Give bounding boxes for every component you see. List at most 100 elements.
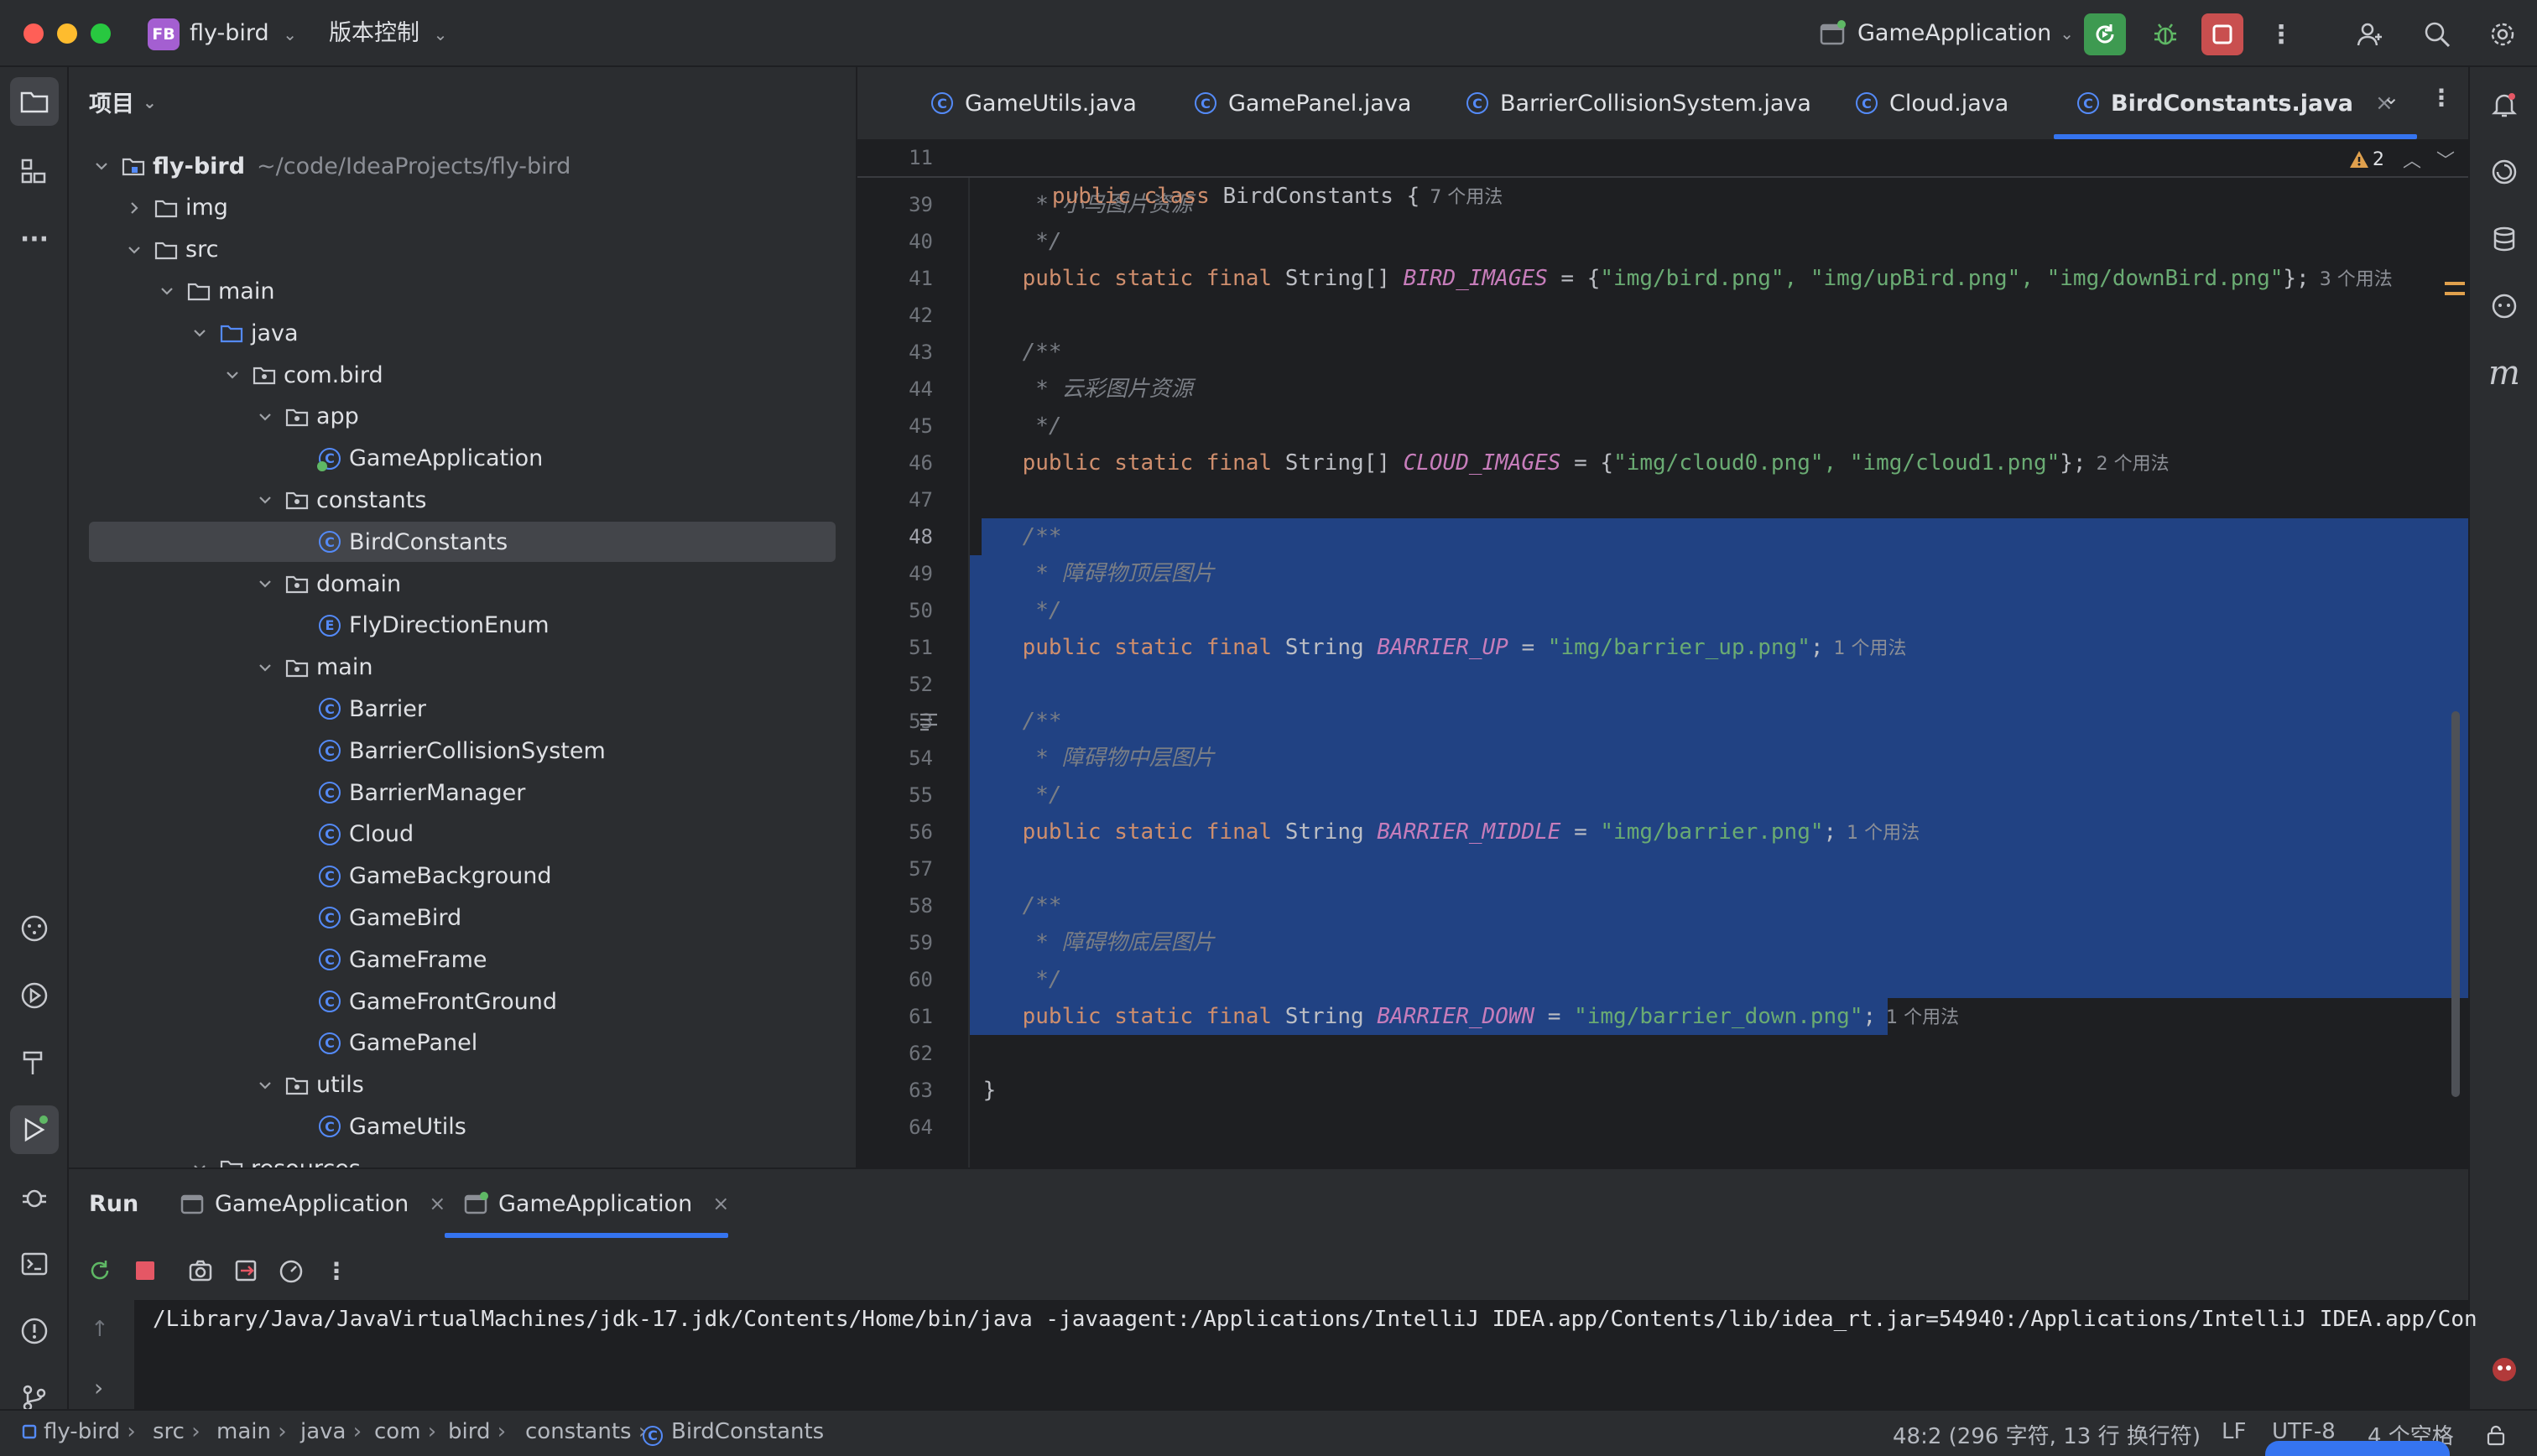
breadcrumb-item[interactable]: java › [300, 1419, 362, 1444]
code-line[interactable]: } [970, 1072, 2468, 1109]
lock-icon[interactable] [2485, 1424, 2507, 1452]
more-vertical-icon[interactable]: ⋮ [2430, 84, 2453, 112]
line-number-gutter[interactable]: 39 40 41 42 43 44 45 46 47 48 49 50 51 52 53 54 55 56 57 58… [857, 141, 970, 1167]
maven-button[interactable]: m [2480, 349, 2529, 398]
breadcrumb-item[interactable]: com › [374, 1419, 436, 1444]
tree-item[interactable]: com.bird [69, 355, 856, 395]
code-line[interactable] [970, 481, 2468, 518]
tree-item[interactable]: C GamePanel [69, 1023, 856, 1063]
chevron-down-icon[interactable] [189, 1157, 211, 1167]
editor-tab-active[interactable]: C BirdConstants.java × [2054, 67, 2417, 139]
code-line[interactable]: */ [970, 777, 2468, 814]
editor-tab[interactable]: C GameUtils.java [931, 67, 1137, 139]
inspection-widget[interactable]: 2 ︿ ﹀ [2349, 146, 2455, 173]
zoom-window-button[interactable] [91, 23, 111, 44]
more-actions-button[interactable]: ⋮ [2260, 13, 2302, 55]
chevron-down-icon[interactable] [254, 406, 276, 428]
code-line[interactable]: /** [970, 334, 2468, 371]
tree-item[interactable]: C Barrier [69, 689, 856, 729]
warning-stripe-marker[interactable] [2445, 282, 2465, 285]
structure-tool-button[interactable] [10, 148, 59, 196]
scroll-up-arrow-icon[interactable]: ↑ [91, 1317, 109, 1342]
chevron-up-icon[interactable]: ︿ [2403, 146, 2421, 173]
usage-hint[interactable]: 3 个用法 [2320, 269, 2393, 290]
usage-hint[interactable]: 7 个用法 [1430, 187, 1503, 208]
tree-item[interactable]: main [69, 647, 856, 688]
debug-tool-button[interactable] [10, 1173, 59, 1221]
code-line[interactable]: public static final String BARRIER_MIDDL… [970, 814, 2468, 850]
floating-notification-badge[interactable] [2265, 1441, 2450, 1456]
warning-stripe-marker[interactable] [2445, 292, 2465, 295]
tree-item[interactable]: C GameFrame [69, 939, 856, 980]
project-tool-button[interactable] [10, 77, 59, 126]
run-tab-active[interactable]: GameApplication × [463, 1169, 729, 1238]
stop-button[interactable] [122, 1260, 168, 1282]
code-line[interactable]: * 障碍物中层图片 [970, 740, 2468, 777]
profiler-button[interactable] [268, 1257, 314, 1284]
code-line[interactable] [970, 297, 2468, 334]
tree-item[interactable]: C Cloud [69, 814, 856, 855]
tree-item[interactable]: java [69, 313, 856, 353]
code-line[interactable] [970, 850, 2468, 887]
database-button[interactable] [2480, 215, 2529, 263]
chevron-down-icon[interactable] [254, 1074, 276, 1096]
usage-hint[interactable]: 1 个用法 [1847, 823, 1920, 844]
code-line[interactable]: */ [970, 592, 2468, 629]
doc-render-icon[interactable] [918, 711, 940, 737]
run-config-selector[interactable]: GameApplication ⌄ [1819, 18, 2074, 49]
code-line[interactable]: */ [970, 408, 2468, 445]
terminal-tool-button[interactable] [10, 1240, 59, 1288]
code-line[interactable] [970, 1035, 2468, 1072]
breadcrumb-item[interactable]: C BirdConstants [643, 1419, 824, 1446]
run-tool-button[interactable] [10, 1105, 59, 1154]
tree-item[interactable]: utils [69, 1065, 856, 1105]
close-window-button[interactable] [23, 23, 44, 44]
stop-button[interactable] [2201, 13, 2243, 55]
chevron-down-icon[interactable] [254, 657, 276, 679]
code-line[interactable]: * 障碍物顶层图片 [970, 555, 2468, 592]
code-with-me-button[interactable] [2349, 13, 2391, 55]
dump-threads-button[interactable] [178, 1258, 223, 1283]
tree-item[interactable]: main [69, 271, 856, 311]
tree-item[interactable]: resources [69, 1148, 856, 1167]
run-tab[interactable]: GameApplication × [180, 1169, 445, 1238]
exit-button[interactable] [223, 1258, 268, 1283]
run-dashboard-tool-button[interactable] [10, 971, 59, 1020]
code-line[interactable]: public static final String[] BIRD_IMAGES… [970, 260, 2468, 297]
code-line[interactable] [970, 1109, 2468, 1146]
assistant-avatar-button[interactable] [2480, 1345, 2529, 1394]
search-everywhere-button[interactable] [2416, 13, 2458, 55]
tree-item[interactable]: constants [69, 480, 856, 520]
chevron-down-icon[interactable]: ﹀ [2436, 146, 2455, 173]
tree-item[interactable]: domain [69, 564, 856, 604]
tree-item[interactable]: fly-bird ~/code/IdeaProjects/fly-bird [69, 146, 856, 186]
vcs-menu[interactable]: 版本控制 ⌄ [329, 18, 447, 49]
editor-scrollbar[interactable] [2451, 711, 2460, 1097]
editor-tab[interactable]: C BarrierCollisionSystem.java [1466, 67, 1811, 139]
more-tools-button[interactable]: ··· [10, 215, 59, 263]
caret-position[interactable]: 48:2 (296 字符, 13 行 换行符) [1893, 1419, 2201, 1450]
chevron-down-icon[interactable]: ⌄ [2383, 86, 2399, 109]
tree-item[interactable]: C GameFrontGround [69, 981, 856, 1022]
code-line[interactable]: * 障碍物底层图片 [970, 924, 2468, 961]
tree-item[interactable]: img [69, 188, 856, 228]
code-line[interactable]: /** [970, 887, 2468, 924]
tree-item[interactable]: C BarrierManager [69, 772, 856, 813]
code-line[interactable]: public static final String BARRIER_UP = … [970, 629, 2468, 666]
settings-button[interactable] [2482, 13, 2524, 55]
line-separator[interactable]: LF [2222, 1419, 2246, 1444]
tree-item[interactable]: C GameApplication [69, 439, 856, 479]
ai-assistant-button[interactable] [2480, 148, 2529, 196]
chevron-down-icon[interactable] [221, 364, 243, 386]
chevron-down-icon[interactable] [254, 573, 276, 595]
chevron-down-icon[interactable] [91, 155, 112, 177]
tree-item[interactable]: src [69, 230, 856, 270]
sticky-header[interactable]: 11 public class BirdConstants {7 个用法 2 ︿… [857, 141, 2468, 209]
debug-button[interactable] [2144, 13, 2186, 55]
code-editor[interactable]: 39 40 41 42 43 44 45 46 47 48 49 50 51 52 53 54 55 56 57 58… [857, 141, 2468, 1167]
notifications-button[interactable] [2480, 81, 2529, 129]
chevron-down-icon[interactable] [189, 322, 211, 344]
code-line[interactable] [970, 666, 2468, 703]
tree-item[interactable]: C BarrierCollisionSystem [69, 731, 856, 771]
tree-item[interactable]: E FlyDirectionEnum [69, 606, 856, 646]
